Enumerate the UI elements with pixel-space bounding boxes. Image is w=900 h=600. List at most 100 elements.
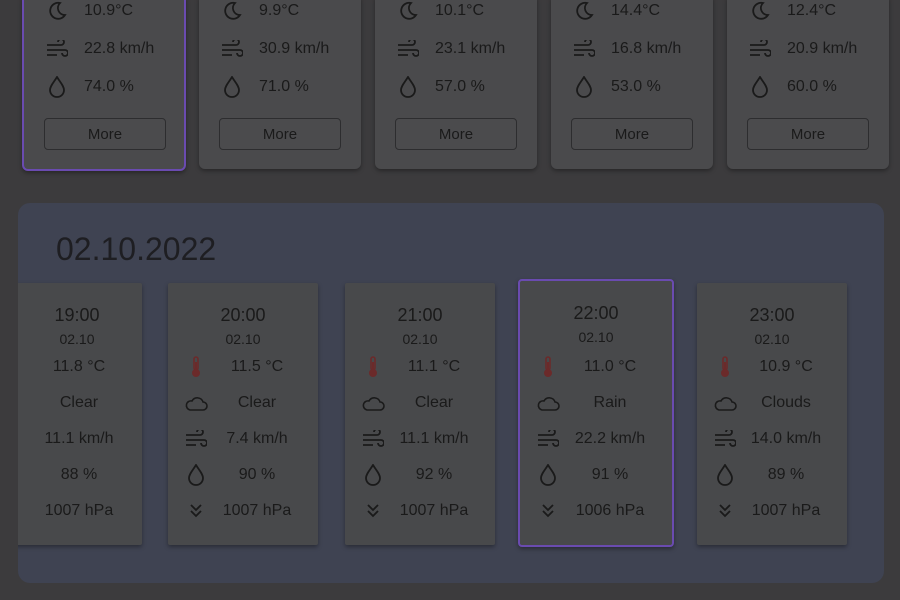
day-humidity-row: 60.0 % [749, 74, 869, 100]
hour-wind-row: 7.4 km/h [182, 427, 310, 451]
day-temp-row: 10.9°C [46, 0, 166, 24]
thermometer-icon [711, 356, 739, 378]
day-wind-row: 30.9 km/h [221, 36, 341, 62]
hour-time: 22:00 [573, 303, 619, 323]
hour-condition: Clouds [761, 394, 811, 411]
hour-condition-row: Rain [534, 391, 664, 415]
droplet-icon [711, 464, 739, 486]
moon-icon [221, 0, 243, 22]
hour-pressure: 1007 hPa [44, 502, 114, 519]
double-chevron-down-icon [534, 500, 562, 522]
hourly-forecast-panel: 02.10.2022 19:00 02.10 11.8 °C Clear 11.… [18, 203, 884, 583]
day-temp: 12.4°C [787, 2, 837, 19]
hour-humidity-row: 90 % [182, 463, 310, 487]
day-humidity: 57.0 % [435, 78, 485, 95]
hour-time: 23:00 [749, 305, 795, 325]
day-temp-row: 9.9°C [221, 0, 341, 24]
hour-condition-row: Clear [359, 391, 487, 415]
thermometer-icon [359, 356, 387, 378]
hour-pressure-row: 1006 hPa [534, 499, 664, 523]
wind-icon [221, 38, 243, 60]
hour-humidity-row: 91 % [534, 463, 664, 487]
hour-card[interactable]: 20:00 02.10 11.5 °C Clear 7.4 km/h 90 % … [168, 283, 318, 545]
double-chevron-down-icon [711, 500, 739, 522]
wind-icon [359, 428, 387, 450]
hour-condition: Clear [59, 394, 99, 411]
hour-wind: 22.2 km/h [574, 430, 646, 447]
hour-pressure: 1007 hPa [399, 502, 469, 519]
hour-wind: 11.1 km/h [44, 430, 114, 447]
hour-wind-row: 11.1 km/h [359, 427, 487, 451]
hour-humidity: 88 % [60, 466, 98, 483]
day-wind: 22.8 km/h [84, 40, 155, 57]
hour-wind: 7.4 km/h [226, 430, 288, 447]
day-card[interactable]: 9.9°C 30.9 km/h 71.0 % More [199, 0, 361, 169]
hour-humidity-row: 89 % [711, 463, 839, 487]
day-temp: 9.9°C [259, 2, 300, 19]
day-humidity-row: 74.0 % [46, 74, 166, 100]
hour-pressure-row: 1007 hPa [18, 499, 134, 523]
hour-condition: Clear [237, 394, 277, 411]
day-card[interactable]: 14.4°C 16.8 km/h 53.0 % More [551, 0, 713, 169]
hour-humidity-row: 88 % [18, 463, 134, 487]
hour-pressure-row: 1007 hPa [711, 499, 839, 523]
hour-humidity: 89 % [767, 466, 805, 483]
day-wind: 16.8 km/h [611, 40, 682, 57]
droplet-icon [46, 76, 68, 98]
hour-date: 02.10 [225, 331, 261, 347]
day-card[interactable]: 10.1°C 23.1 km/h 57.0 % More [375, 0, 537, 169]
hour-condition: Rain [593, 394, 627, 411]
hour-condition-row: Clear [182, 391, 310, 415]
hour-card[interactable]: 21:00 02.10 11.1 °C Clear 11.1 km/h 92 %… [345, 283, 495, 545]
hour-card[interactable]: 23:00 02.10 10.9 °C Clouds 14.0 km/h 89 … [697, 283, 847, 545]
hour-temp-row: 11.0 °C [534, 355, 664, 379]
cloud-icon [182, 392, 210, 414]
day-humidity-row: 53.0 % [573, 74, 693, 100]
day-card[interactable]: 12.4°C 20.9 km/h 60.0 % More [727, 0, 889, 169]
day-temp-row: 12.4°C [749, 0, 869, 24]
hour-date: 02.10 [402, 331, 438, 347]
droplet-icon [359, 464, 387, 486]
moon-icon [46, 0, 68, 22]
hour-card[interactable]: 19:00 02.10 11.8 °C Clear 11.1 km/h 88 %… [18, 283, 142, 545]
wind-icon [397, 38, 419, 60]
hour-humidity-row: 92 % [359, 463, 487, 487]
more-button[interactable]: More [747, 118, 869, 150]
droplet-icon [182, 464, 210, 486]
day-wind-row: 23.1 km/h [397, 36, 517, 62]
more-button[interactable]: More [571, 118, 693, 150]
hour-time: 20:00 [220, 305, 266, 325]
day-humidity-row: 57.0 % [397, 74, 517, 100]
more-button[interactable]: More [219, 118, 341, 150]
more-button[interactable]: More [44, 118, 166, 150]
day-temp-row: 14.4°C [573, 0, 693, 24]
hour-pressure-row: 1007 hPa [182, 499, 310, 523]
hour-condition-row: Clear [18, 391, 134, 415]
double-chevron-down-icon [182, 500, 210, 522]
day-wind: 30.9 km/h [259, 40, 330, 57]
day-humidity: 74.0 % [84, 78, 134, 95]
wind-icon [711, 428, 739, 450]
hour-time: 21:00 [397, 305, 443, 325]
droplet-icon [573, 76, 595, 98]
day-humidity: 60.0 % [787, 78, 837, 95]
hour-condition: Clear [414, 394, 454, 411]
hour-temp: 11.0 °C [583, 358, 637, 375]
more-button[interactable]: More [395, 118, 517, 150]
hour-wind-row: 14.0 km/h [711, 427, 839, 451]
day-humidity: 53.0 % [611, 78, 661, 95]
hour-wind-row: 22.2 km/h [534, 427, 664, 451]
droplet-icon [397, 76, 419, 98]
hour-pressure: 1007 hPa [751, 502, 821, 519]
wind-icon [749, 38, 771, 60]
day-temp: 14.4°C [611, 2, 661, 19]
day-card[interactable]: 10.9°C 22.8 km/h 74.0 % More [22, 0, 186, 171]
day-humidity: 71.0 % [259, 78, 309, 95]
day-temp: 10.1°C [435, 2, 485, 19]
droplet-icon [221, 76, 243, 98]
hour-card[interactable]: 22:00 02.10 11.0 °C Rain 22.2 km/h 91 % … [518, 279, 674, 547]
day-wind-row: 20.9 km/h [749, 36, 869, 62]
thermometer-icon [182, 356, 210, 378]
hour-temp: 11.5 °C [230, 358, 284, 375]
day-humidity-row: 71.0 % [221, 74, 341, 100]
